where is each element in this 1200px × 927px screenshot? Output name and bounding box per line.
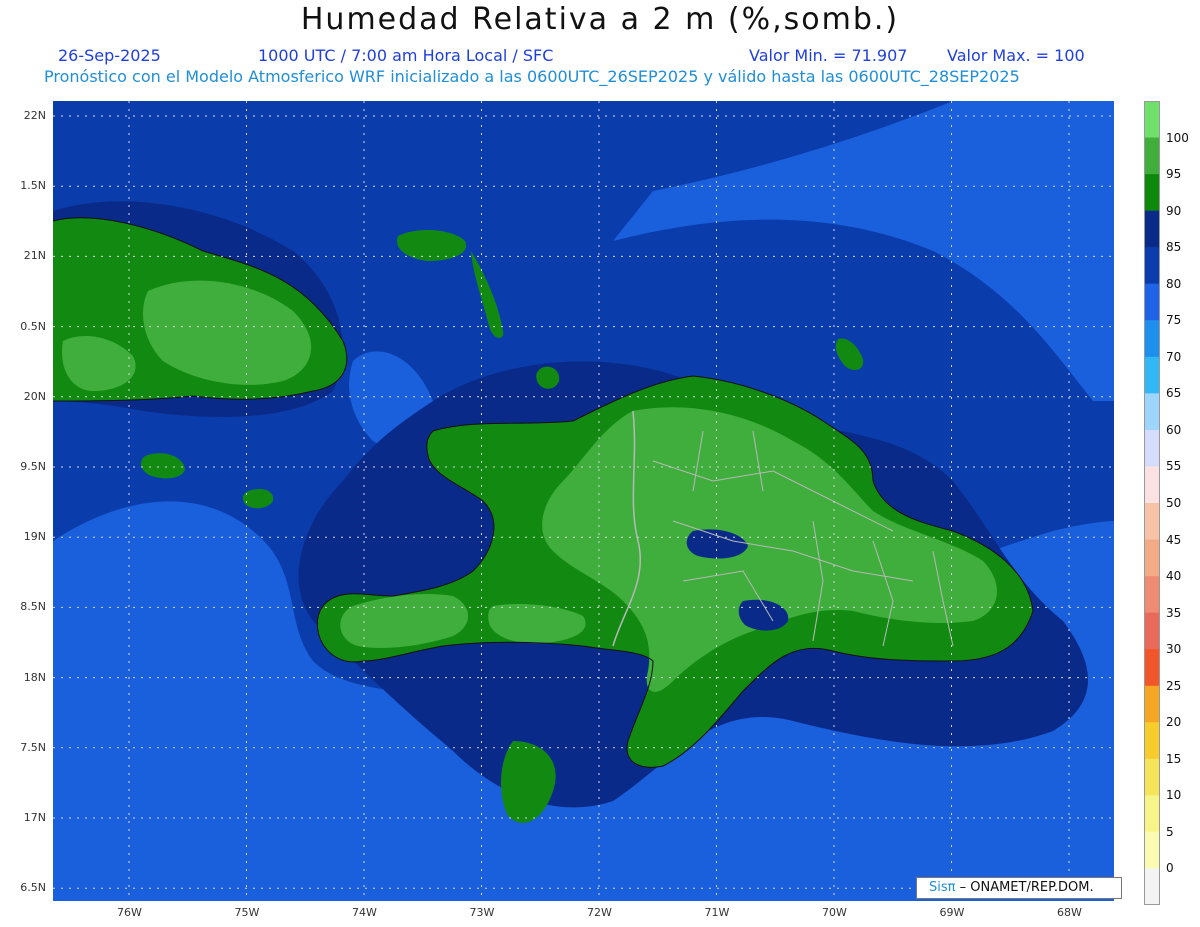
- lon-label: 76W: [117, 906, 142, 919]
- lat-label: 17N: [23, 811, 46, 824]
- credit-box: Sisπ – ONAMET/REP.DOM.: [916, 877, 1122, 899]
- colorbar-label: 60: [1166, 422, 1182, 437]
- colorbar-segment: [1144, 831, 1160, 869]
- lat-label: 0.5N: [20, 319, 46, 333]
- colorbar-segment: [1144, 210, 1160, 248]
- colorbar-label: 0: [1166, 861, 1174, 876]
- lat-label: 9.5N: [20, 460, 46, 473]
- colorbar-segment: [1144, 722, 1160, 760]
- colorbar-label: 65: [1166, 386, 1182, 401]
- colorbar-segment: [1144, 612, 1160, 650]
- colorbar-label: 70: [1166, 349, 1182, 364]
- colorbar-label: 45: [1166, 532, 1182, 547]
- lat-label: 21N: [23, 249, 46, 263]
- max-value: Valor Max. = 100: [947, 46, 1085, 65]
- colorbar-segment: [1144, 539, 1160, 577]
- colorbar-segment: [1144, 576, 1160, 614]
- colorbar-label: 55: [1166, 459, 1182, 474]
- colorbar-segment: [1144, 174, 1160, 212]
- colorbar-label: 15: [1166, 751, 1182, 766]
- lon-label: 71W: [704, 906, 730, 919]
- colorbar-segment: [1144, 868, 1160, 905]
- colorbar-label: 20: [1166, 715, 1182, 730]
- lat-label: 20N: [23, 389, 46, 403]
- colorbar: [1144, 101, 1160, 905]
- forecast-date: 26-Sep-2025: [58, 46, 161, 65]
- colorbar-segment: [1144, 320, 1160, 358]
- colorbar-segment: [1144, 429, 1160, 467]
- lat-label: 8.5N: [20, 600, 46, 614]
- colorbar-label: 5: [1166, 824, 1174, 839]
- colorbar-segment: [1144, 649, 1160, 687]
- colorbar-label: 80: [1166, 276, 1182, 291]
- colorbar-label: 25: [1166, 678, 1182, 693]
- forecast-time: 1000 UTC / 7:00 am Hora Local / SFC: [258, 46, 554, 65]
- colorbar-label: 90: [1166, 203, 1182, 218]
- colorbar-label: 10: [1166, 788, 1182, 803]
- colorbar-segment: [1144, 101, 1160, 139]
- colorbar-label: 30: [1166, 642, 1182, 657]
- lat-label: 6.5N: [20, 881, 46, 895]
- colorbar-label: 50: [1166, 496, 1182, 510]
- lon-label: 75W: [234, 906, 260, 919]
- colorbar-segment: [1144, 685, 1160, 723]
- lon-label: 68W: [1057, 906, 1082, 919]
- lat-label: 19N: [23, 530, 46, 544]
- colorbar-segment: [1144, 466, 1160, 504]
- colorbar-segment: [1144, 393, 1160, 431]
- colorbar-segment: [1144, 758, 1160, 796]
- colorbar-segment: [1144, 247, 1160, 285]
- humidity-map: [53, 101, 1114, 901]
- colorbar-label: 85: [1166, 240, 1182, 255]
- colorbar-label: 95: [1166, 167, 1182, 182]
- lon-label: 70W: [822, 906, 847, 919]
- lon-label: 72W: [587, 906, 612, 919]
- lon-label: 73W: [469, 906, 495, 919]
- colorbar-label: 75: [1166, 313, 1182, 328]
- colorbar-segment: [1144, 795, 1160, 833]
- sispi-logo: Sisπ: [929, 880, 956, 895]
- colorbar-label: 100: [1166, 130, 1189, 145]
- colorbar-segment: [1144, 137, 1160, 175]
- colorbar-segment: [1144, 503, 1160, 541]
- colorbar-segment: [1144, 356, 1160, 394]
- lat-label: 7.5N: [20, 740, 46, 754]
- colorbar-label: 40: [1166, 569, 1182, 584]
- lat-label: 1.5N: [20, 179, 46, 193]
- lon-label: 69W: [939, 906, 965, 919]
- lat-label: 18N: [23, 670, 46, 684]
- model-info: Pronóstico con el Modelo Atmosferico WRF…: [44, 67, 1020, 86]
- colorbar-segment: [1144, 283, 1160, 321]
- lat-label: 22N: [23, 109, 46, 122]
- credit-org: – ONAMET/REP.DOM.: [959, 880, 1094, 895]
- lon-label: 74W: [352, 906, 377, 919]
- min-value: Valor Min. = 71.907: [749, 46, 908, 65]
- colorbar-label: 35: [1166, 605, 1182, 620]
- chart-title: Humedad Relativa a 2 m (%,somb.): [300, 2, 900, 37]
